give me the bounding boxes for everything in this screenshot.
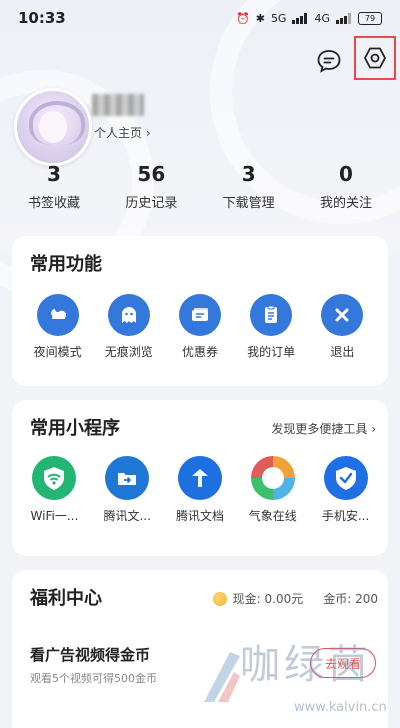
watermark-url: www.kalvin.cn (294, 700, 387, 715)
stat-downloads[interactable]: 3 下载管理 (207, 160, 291, 211)
common-functions-row: 夜间模式 无痕浏览 优惠券 我的订单 退出 (12, 294, 388, 360)
signal-icon (292, 12, 308, 24)
balance-row: 现金: 0.00元 金币: 200 (212, 590, 378, 607)
stat-value: 56 (137, 162, 166, 186)
stat-value: 3 (241, 162, 256, 186)
mini-programs-card: 常用小程序 发现更多便捷工具 › WiFi一... 腾讯文... 腾讯文档 气象… (12, 400, 388, 556)
phone-security-icon (323, 456, 368, 500)
stat-label: 下载管理 (222, 196, 275, 211)
mini-programs-title: 常用小程序 (30, 418, 120, 439)
stat-value: 0 (339, 162, 353, 186)
status-bar: 10:33 ⏰ ✱ 5G 4G 79 (0, 0, 400, 36)
night-mode-icon (36, 294, 79, 336)
weather-icon (250, 456, 295, 500)
network-label: 5G (270, 11, 287, 25)
stat-following[interactable]: 0 我的关注 (304, 160, 388, 211)
username-blurred (92, 94, 144, 116)
watermark-text: 咖绿茵 (240, 642, 372, 688)
data-label: 4G (314, 11, 330, 25)
stats-row: 3 书签收藏 56 历史记录 3 下载管理 0 我的关注 (0, 160, 400, 211)
night-mode-button[interactable]: 夜间模式 (25, 294, 91, 360)
alarm-icon: ⏰ (236, 11, 250, 25)
mini-program-label: 腾讯文档 (175, 509, 224, 523)
bluetooth-icon: ✱ (255, 11, 265, 25)
mini-program-wifi[interactable]: WiFi一... (19, 456, 89, 524)
discover-more-link[interactable]: 发现更多便捷工具 › (271, 420, 376, 437)
mini-program-tencent-docs[interactable]: 腾讯文档 (165, 456, 235, 524)
ghost-icon (107, 294, 150, 336)
task-description: 观看5个视频可得500金币 (30, 672, 157, 685)
mini-program-weather[interactable]: 气象在线 (238, 456, 308, 524)
avatar[interactable] (14, 88, 92, 166)
mini-programs-row: WiFi一... 腾讯文... 腾讯文档 气象在线 手机安... (12, 456, 388, 524)
settings-button[interactable] (354, 36, 396, 80)
stat-label: 书签收藏 (27, 196, 80, 211)
coupon-button[interactable]: 优惠券 (167, 294, 233, 360)
exit-label: 退出 (330, 345, 355, 359)
wifi-shield-icon (32, 456, 77, 500)
stat-bookmarks[interactable]: 3 书签收藏 (12, 160, 96, 211)
incognito-label: 无痕浏览 (104, 345, 153, 359)
order-icon (250, 294, 293, 336)
night-mode-label: 夜间模式 (33, 345, 82, 359)
stat-label: 我的关注 (319, 196, 372, 211)
mini-program-label: 手机安... (321, 509, 370, 523)
battery-icon: 79 (358, 11, 382, 25)
settings-hexagon-icon (364, 47, 386, 69)
exit-button[interactable]: 退出 (309, 294, 375, 360)
coupon-icon (178, 294, 221, 336)
incognito-button[interactable]: 无痕浏览 (96, 294, 162, 360)
status-time: 10:33 (18, 9, 66, 27)
stat-value: 3 (47, 162, 61, 186)
mini-program-tencent-files[interactable]: 腾讯文... (92, 456, 162, 524)
stat-label: 历史记录 (125, 196, 178, 211)
profile-link[interactable]: 个人主页 › (94, 124, 151, 141)
mini-program-label: 气象在线 (248, 509, 297, 523)
common-functions-card: 常用功能 夜间模式 无痕浏览 优惠券 我的订单 退出 (12, 236, 388, 386)
coupon-label: 优惠券 (181, 345, 218, 359)
folder-icon (105, 456, 150, 500)
watermark-logo-icon (204, 652, 240, 702)
my-orders-label: 我的订单 (247, 345, 296, 359)
welfare-title: 福利中心 (30, 588, 102, 609)
tencent-docs-icon (177, 456, 222, 500)
mini-program-label: WiFi一... (30, 509, 79, 523)
mini-program-phone-security[interactable]: 手机安... (311, 456, 381, 524)
common-functions-title: 常用功能 (30, 254, 102, 275)
coin-icon (212, 591, 227, 606)
watermark: 咖绿茵 www.kalvin.cn (204, 632, 400, 728)
status-icons: ⏰ ✱ 5G 4G 79 (236, 11, 382, 25)
cash-balance: 现金: 0.00元 (232, 592, 304, 606)
exit-icon (321, 294, 364, 336)
message-button[interactable] (314, 46, 344, 76)
task-title: 看广告视频得金币 (30, 646, 151, 664)
message-icon (317, 50, 341, 73)
my-orders-button[interactable]: 我的订单 (238, 294, 304, 360)
mini-program-label: 腾讯文... (103, 509, 151, 523)
coin-balance: 金币: 200 (323, 592, 378, 606)
signal-icon-2 (336, 12, 351, 24)
stat-history[interactable]: 56 历史记录 (109, 160, 193, 211)
